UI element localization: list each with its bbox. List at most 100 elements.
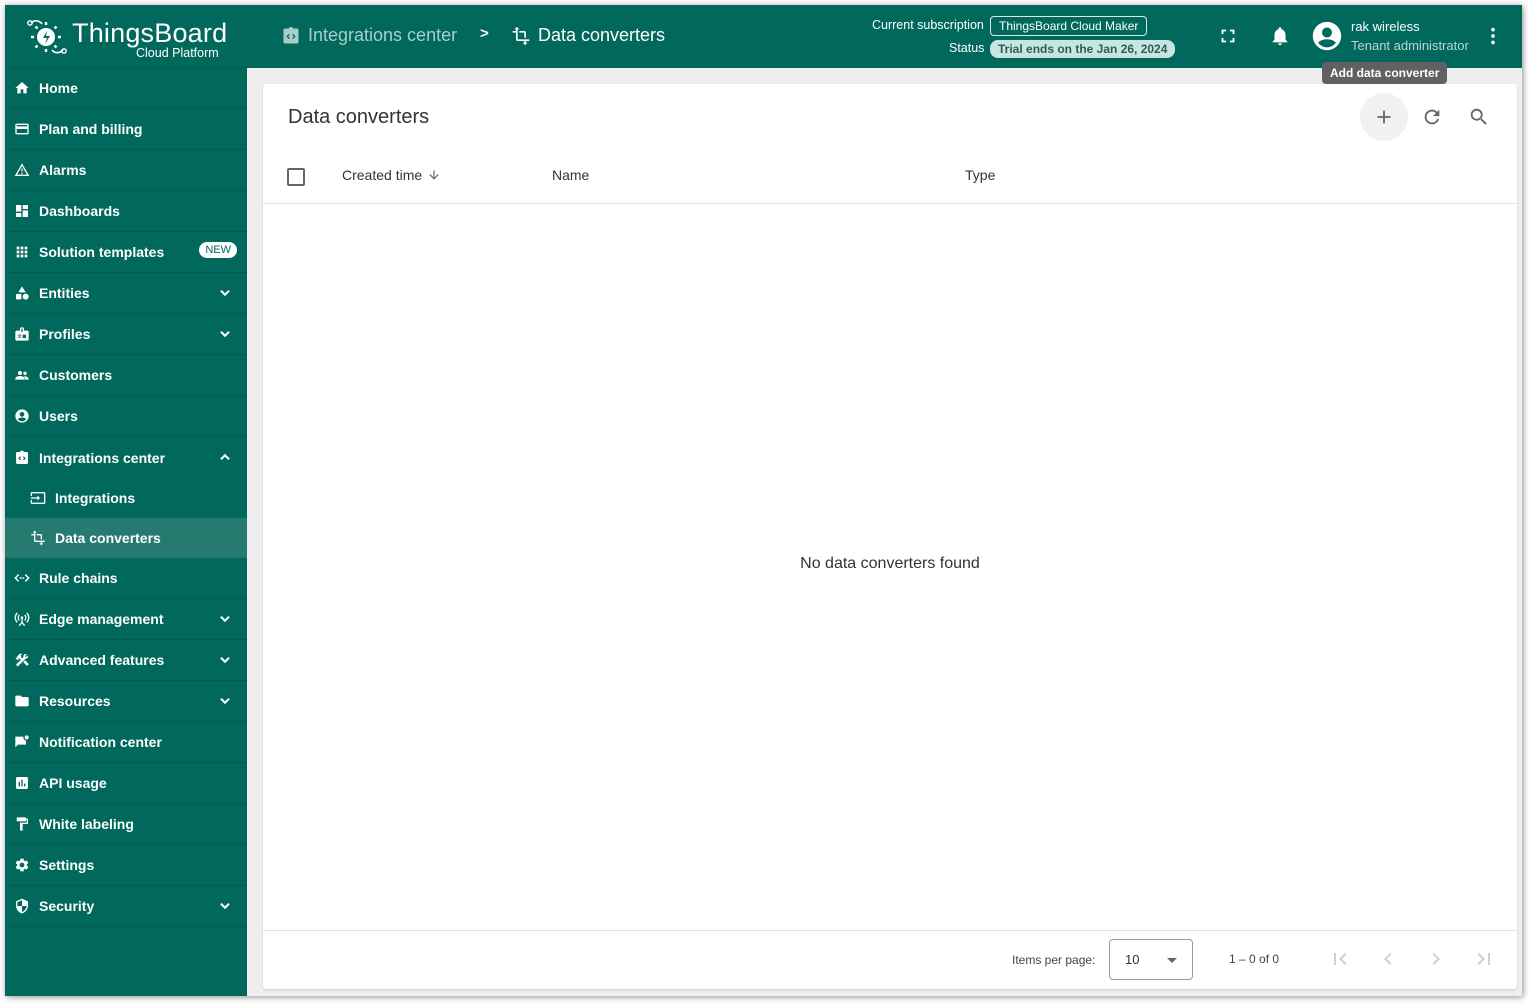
paint-roller-icon — [14, 816, 30, 832]
sidebar-item-label: Data converters — [55, 530, 161, 546]
column-label: Created time — [342, 167, 423, 183]
people-icon — [14, 367, 30, 383]
chevron-down-icon[interactable] — [218, 653, 232, 667]
sidebar-item-profiles[interactable]: Profiles — [5, 314, 247, 355]
sidebar-item-data-converters[interactable]: Data converters — [5, 518, 247, 558]
paginator: Items per page: 10 1 – 0 of 0 — [263, 930, 1517, 989]
sidebar-item-settings[interactable]: Settings — [5, 845, 247, 886]
tools-icon — [14, 652, 30, 668]
sidebar-item-solution-templates[interactable]: Solution templates NEW — [5, 232, 247, 273]
notification-chat-icon — [14, 734, 30, 750]
badge-icon — [14, 326, 30, 342]
sidebar-item-entities[interactable]: Entities — [5, 273, 247, 314]
sidebar-item-security[interactable]: Security — [5, 886, 247, 927]
sidebar-item-alarms[interactable]: Alarms — [5, 150, 247, 191]
home-icon — [14, 80, 30, 96]
sidebar-item-notification-center[interactable]: Notification center — [5, 722, 247, 763]
sidebar-item-api-usage[interactable]: API usage — [5, 763, 247, 804]
breadcrumb-separator: > — [480, 25, 489, 42]
arrow-down-icon — [429, 170, 439, 180]
sidebar-item-users[interactable]: Users — [5, 396, 247, 437]
notifications-bell-icon[interactable] — [1269, 25, 1291, 47]
items-per-page-select[interactable]: 10 — [1109, 939, 1193, 980]
fullscreen-icon[interactable] — [1217, 25, 1239, 47]
add-data-converter-tooltip: Add data converter — [1322, 62, 1448, 84]
subscription-chip[interactable]: ThingsBoard Cloud Maker — [990, 16, 1148, 36]
account-circle-icon — [14, 408, 30, 424]
sidebar-item-label: Entities — [39, 285, 90, 301]
chevron-down-icon[interactable] — [218, 286, 232, 300]
sidebar-item-advanced-features[interactable]: Advanced features — [5, 640, 247, 681]
refresh-button[interactable] — [1408, 93, 1456, 141]
breadcrumb-integrations-center[interactable]: Integrations center — [281, 25, 457, 46]
thingsboard-logo-icon — [27, 19, 67, 54]
top-toolbar: Integrations center > Data converters Cu… — [247, 5, 1522, 68]
chevron-down-icon[interactable] — [218, 899, 232, 913]
search-button[interactable] — [1455, 93, 1503, 141]
column-created-time[interactable]: Created time — [342, 167, 441, 183]
next-page-icon[interactable] — [1424, 947, 1448, 971]
sidebar-item-label: Integrations center — [39, 449, 166, 466]
apps-grid-icon — [14, 244, 30, 260]
column-type[interactable]: Type — [965, 167, 995, 183]
chevron-down-icon[interactable] — [218, 612, 232, 626]
sidebar-item-label: Plan and billing — [39, 121, 143, 137]
integration-icon — [14, 450, 30, 466]
user-role: Tenant administrator — [1351, 38, 1469, 53]
sidebar-item-integrations-center[interactable]: Integrations center — [5, 437, 247, 478]
transform-icon — [30, 530, 46, 546]
add-data-converter-button[interactable] — [1360, 93, 1408, 141]
last-page-icon[interactable] — [1472, 947, 1496, 971]
more-vert-icon[interactable] — [1482, 25, 1504, 47]
new-badge: NEW — [199, 242, 237, 258]
subscription-label: Current subscription — [872, 18, 984, 32]
logo[interactable]: ThingsBoard Cloud Platform — [5, 5, 247, 68]
brand-subtitle: Cloud Platform — [136, 46, 219, 60]
sidebar-item-rule-chains[interactable]: Rule chains — [5, 558, 247, 599]
category-icon — [14, 285, 30, 301]
sidebar-item-plan-and-billing[interactable]: Plan and billing — [5, 109, 247, 150]
sidebar-item-label: White labeling — [39, 816, 134, 832]
code-arrows-icon — [14, 570, 30, 586]
table-header: Created time Name Type — [263, 148, 1517, 204]
first-page-icon[interactable] — [1328, 947, 1352, 971]
sidebar: ThingsBoard Cloud Platform Home Plan and… — [5, 5, 247, 996]
column-name[interactable]: Name — [552, 167, 589, 183]
sidebar-item-label: Users — [39, 408, 78, 424]
sidebar-item-label: Resources — [39, 693, 111, 709]
sidebar-item-white-labeling[interactable]: White labeling — [5, 804, 247, 845]
sidebar-item-label: API usage — [39, 775, 107, 791]
sidebar-item-resources[interactable]: Resources — [5, 681, 247, 722]
shield-icon — [14, 898, 30, 914]
sidebar-item-label: Security — [39, 898, 95, 914]
app-window: ThingsBoard Cloud Platform Home Plan and… — [5, 5, 1522, 996]
sidebar-item-label: Customers — [39, 367, 113, 383]
user-name[interactable]: rak wireless — [1351, 19, 1420, 34]
bar-chart-icon — [14, 775, 30, 791]
sidebar-item-label: Rule chains — [39, 570, 118, 586]
status-label: Status — [949, 41, 985, 55]
sidebar-item-label: Alarms — [39, 162, 87, 178]
plus-icon — [1377, 110, 1391, 124]
chevron-down-icon[interactable] — [218, 694, 232, 708]
user-avatar-icon[interactable] — [1310, 19, 1344, 53]
antenna-icon — [14, 611, 30, 627]
sidebar-item-customers[interactable]: Customers — [5, 355, 247, 396]
sidebar-item-label: Solution templates — [39, 244, 165, 260]
breadcrumb-label: Data converters — [538, 25, 666, 45]
sidebar-item-edge-management[interactable]: Edge management — [5, 599, 247, 640]
chevron-up-icon[interactable] — [218, 450, 232, 464]
sidebar-item-label: Advanced features — [39, 652, 165, 668]
transform-icon — [512, 26, 530, 45]
chevron-down-icon[interactable] — [218, 327, 232, 341]
search-icon — [1470, 108, 1487, 125]
select-all-checkbox[interactable] — [287, 168, 305, 186]
warning-icon — [14, 162, 30, 178]
sidebar-item-dashboards[interactable]: Dashboards — [5, 191, 247, 232]
page-title: Data converters — [288, 106, 430, 128]
sidebar-item-home[interactable]: Home — [5, 68, 247, 109]
dropdown-arrow-icon — [1167, 958, 1177, 963]
data-converters-table-card: Data converters Created time Name Type N… — [263, 84, 1517, 989]
previous-page-icon[interactable] — [1376, 947, 1400, 971]
sidebar-item-integrations[interactable]: Integrations — [5, 478, 247, 518]
